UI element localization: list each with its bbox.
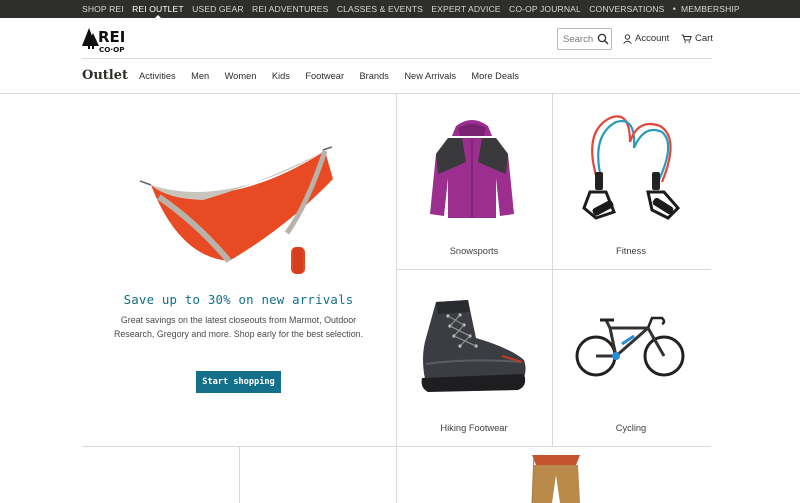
- category-nav-men[interactable]: Men: [191, 71, 209, 81]
- start-shopping-button[interactable]: Start shopping: [196, 371, 281, 393]
- grid-divider: [82, 446, 711, 447]
- account-link[interactable]: Account: [623, 33, 669, 44]
- logo-text: REI: [98, 28, 125, 46]
- category-nav-women[interactable]: Women: [225, 71, 257, 81]
- search-icon[interactable]: [597, 33, 609, 45]
- hero-description: Great savings on the latest closeouts fr…: [113, 315, 364, 339]
- category-nav-new-arrivals[interactable]: New Arrivals: [404, 71, 456, 81]
- topbar-link-expert-advice[interactable]: EXPERT ADVICE: [431, 4, 500, 14]
- top-utility-links: SHOP REI REI OUTLET USED GEAR REI ADVENT…: [82, 0, 748, 19]
- user-icon: [623, 33, 632, 44]
- topbar-link-rei-adventures[interactable]: REI ADVENTURES: [252, 4, 328, 14]
- category-nav-activities[interactable]: Activities: [139, 71, 176, 81]
- topbar-link-rei-outlet[interactable]: REI OUTLET: [132, 4, 184, 19]
- grid-divider: [239, 446, 240, 503]
- category-nav-brands[interactable]: Brands: [359, 71, 388, 81]
- cart-link[interactable]: Cart: [681, 33, 713, 44]
- tile-label-hiking-footwear[interactable]: Hiking Footwear: [396, 423, 552, 433]
- category-nav-kids[interactable]: Kids: [272, 71, 290, 81]
- tile-label-fitness[interactable]: Fitness: [553, 246, 709, 256]
- category-nav-more-deals[interactable]: More Deals: [471, 71, 519, 81]
- topbar-link-used-gear[interactable]: USED GEAR: [192, 4, 244, 14]
- bicycle-image[interactable]: [574, 314, 688, 380]
- grid-divider: [396, 94, 397, 503]
- topbar-link-membership[interactable]: MEMBERSHIP: [681, 4, 740, 14]
- search-input[interactable]: [563, 32, 596, 46]
- grid-divider: [397, 269, 711, 270]
- grid-divider: [552, 94, 553, 446]
- hero-title: Save up to 30% on new arrivals: [123, 292, 354, 307]
- category-nav: Activities Men Women Kids Footwear Brand…: [139, 71, 534, 81]
- logo-subtext: CO·OP: [99, 45, 125, 54]
- tile-label-snowsports[interactable]: Snowsports: [396, 246, 552, 256]
- topbar-link-conversations[interactable]: CONVERSATIONS: [589, 4, 664, 14]
- top-utility-bar: SHOP REI REI OUTLET USED GEAR REI ADVENT…: [0, 0, 800, 19]
- outlet-title[interactable]: Outlet: [82, 68, 128, 83]
- topbar-link-shop-rei[interactable]: SHOP REI: [82, 4, 124, 14]
- topbar-link-classes-events[interactable]: CLASSES & EVENTS: [337, 4, 423, 14]
- rei-logo-icon: REI CO·OP: [82, 28, 125, 54]
- rei-logo[interactable]: REI CO·OP: [82, 24, 132, 54]
- header-divider: [82, 58, 712, 59]
- category-nav-footwear[interactable]: Footwear: [305, 71, 344, 81]
- hiking-boot-image[interactable]: [418, 298, 530, 394]
- nav-divider: [0, 93, 800, 94]
- topbar-separator: •: [672, 4, 676, 14]
- jacket-image[interactable]: [428, 114, 516, 222]
- resistance-bands-image[interactable]: [580, 112, 682, 224]
- pants-image[interactable]: [528, 455, 584, 503]
- account-label: Account: [635, 33, 670, 44]
- topbar-link-coop-journal[interactable]: CO-OP JOURNAL: [509, 4, 581, 14]
- cart-label: Cart: [695, 33, 713, 44]
- tile-label-cycling[interactable]: Cycling: [553, 423, 709, 433]
- search-box[interactable]: [557, 28, 612, 50]
- hammock-image[interactable]: [137, 145, 337, 280]
- cart-icon: [681, 34, 692, 43]
